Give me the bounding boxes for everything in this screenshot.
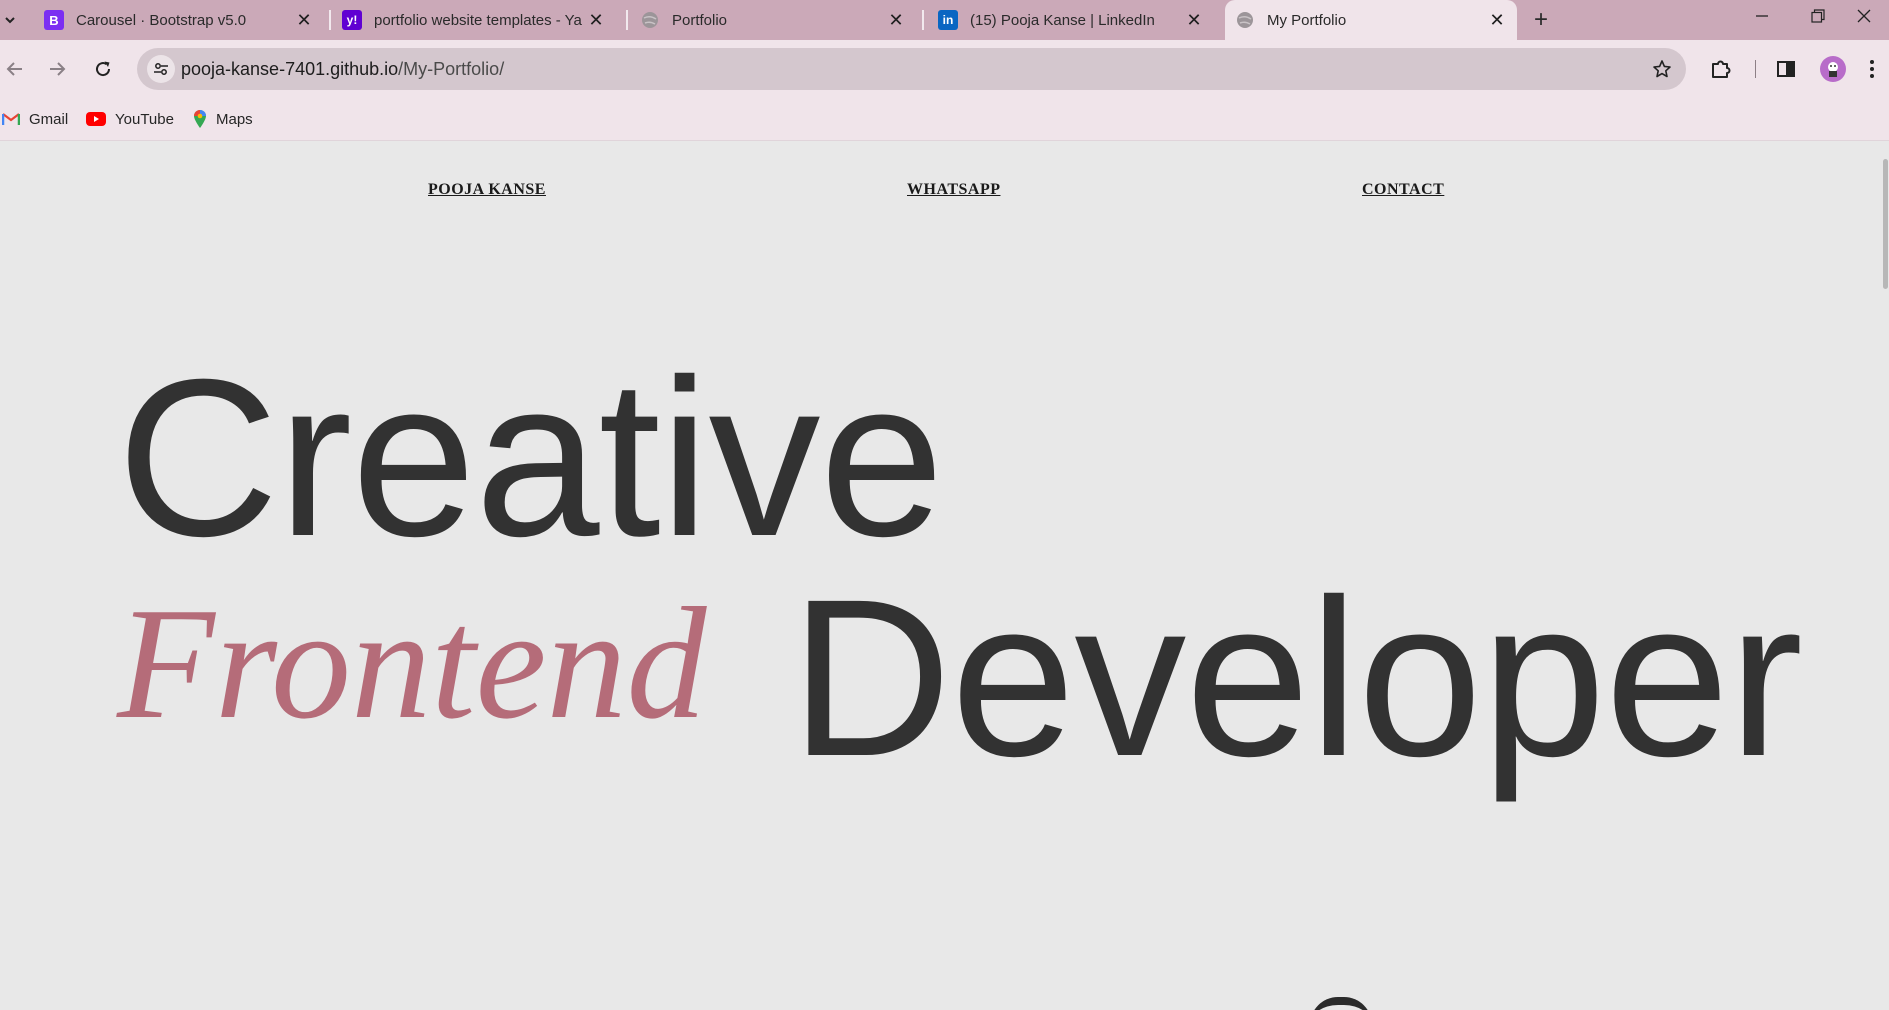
nav-link-name[interactable]: POOJA KANSE <box>428 181 546 199</box>
browser-menu-button[interactable] <box>1860 54 1884 84</box>
globe-icon <box>1235 10 1255 30</box>
decorative-shape <box>1310 997 1372 1010</box>
bookmark-star-button[interactable] <box>1650 57 1674 81</box>
tab-bootstrap-carousel[interactable]: B Carousel · Bootstrap v5.0 ✕ <box>34 0 324 40</box>
bookmark-youtube[interactable]: YouTube <box>86 106 174 132</box>
avatar-icon <box>1828 62 1838 77</box>
close-icon[interactable]: ✕ <box>586 10 606 30</box>
tab-linkedin[interactable]: in (15) Pooja Kanse | LinkedIn ✕ <box>928 0 1214 40</box>
tab-title: portfolio website templates - Ya <box>374 11 582 29</box>
bookmarks-bar: Gmail YouTube Maps <box>0 98 1889 141</box>
tab-strip: B Carousel · Bootstrap v5.0 ✕ y! portfol… <box>0 0 1889 40</box>
tab-title: Carousel · Bootstrap v5.0 <box>76 11 247 29</box>
nav-link-contact[interactable]: CONTACT <box>1362 181 1444 199</box>
bookmark-maps[interactable]: Maps <box>193 106 253 132</box>
hero-heading-frontend: Frontend <box>117 574 707 752</box>
scrollbar-thumb[interactable] <box>1883 159 1888 289</box>
tab-separator <box>922 10 924 30</box>
reload-icon <box>96 61 111 77</box>
close-icon[interactable]: ✕ <box>1487 10 1507 30</box>
hero-heading-developer: Developer <box>790 553 1803 803</box>
tab-separator <box>329 10 331 30</box>
nav-link-whatsapp[interactable]: WHATSAPP <box>907 181 1000 199</box>
url-path: /My-Portfolio/ <box>398 59 505 79</box>
bootstrap-icon: B <box>44 10 64 30</box>
url-host: pooja-kanse-7401.github.io <box>181 59 399 79</box>
linkedin-icon: in <box>938 10 958 30</box>
bookmark-label: YouTube <box>115 110 174 128</box>
address-bar[interactable]: pooja-kanse-7401.github.io/My-Portfolio/ <box>137 48 1686 90</box>
bookmark-gmail[interactable]: Gmail <box>2 106 68 132</box>
close-window-button[interactable] <box>1839 0 1889 32</box>
bookmark-label: Maps <box>216 110 253 128</box>
gmail-icon <box>2 112 20 126</box>
site-info-button[interactable] <box>147 55 175 83</box>
page-viewport: POOJA KANSE WHATSAPP CONTACT Creative Fr… <box>0 141 1889 1010</box>
tune-icon <box>154 63 168 75</box>
back-button[interactable] <box>0 54 30 84</box>
arrow-right-icon <box>50 62 66 76</box>
bookmark-label: Gmail <box>29 110 69 128</box>
tab-title: My Portfolio <box>1267 11 1347 29</box>
tab-my-portfolio[interactable]: My Portfolio ✕ <box>1225 0 1517 40</box>
minimize-button[interactable] <box>1737 0 1787 32</box>
close-icon <box>1857 9 1871 23</box>
tab-title: (15) Pooja Kanse | LinkedIn <box>970 11 1155 29</box>
tab-title: Portfolio <box>672 11 728 29</box>
maps-icon <box>193 109 207 129</box>
tab-portfolio[interactable]: Portfolio ✕ <box>630 0 916 40</box>
puzzle-icon <box>1712 60 1731 78</box>
page-scrollbar[interactable] <box>1881 141 1889 1010</box>
toolbar-divider <box>1755 60 1756 78</box>
side-panel-icon <box>1777 61 1795 77</box>
profile-avatar[interactable] <box>1820 56 1846 82</box>
tab-search-button[interactable] <box>0 6 20 34</box>
globe-icon <box>640 10 660 30</box>
url-text[interactable]: pooja-kanse-7401.github.io/My-Portfolio/ <box>181 48 504 90</box>
star-icon <box>1653 60 1671 78</box>
forward-button[interactable] <box>42 54 72 84</box>
minimize-icon <box>1756 15 1768 17</box>
extensions-button[interactable] <box>1706 54 1736 84</box>
side-panel-button[interactable] <box>1771 54 1801 84</box>
tab-yahoo-search[interactable]: y! portfolio website templates - Ya ✕ <box>332 0 616 40</box>
plus-icon: + <box>1533 6 1548 33</box>
new-tab-button[interactable]: + <box>1526 5 1556 35</box>
yahoo-icon: y! <box>342 10 362 30</box>
more-vert-icon <box>1870 60 1874 78</box>
restore-button[interactable] <box>1793 0 1843 32</box>
close-icon[interactable]: ✕ <box>1184 10 1204 30</box>
hero-heading-creative: Creative <box>117 333 944 583</box>
browser-toolbar: pooja-kanse-7401.github.io/My-Portfolio/ <box>0 40 1889 98</box>
close-icon[interactable]: ✕ <box>294 10 314 30</box>
restore-icon <box>1811 9 1825 23</box>
close-icon[interactable]: ✕ <box>886 10 906 30</box>
youtube-icon <box>86 112 106 126</box>
chevron-down-icon <box>5 17 15 24</box>
tab-separator <box>626 10 628 30</box>
arrow-left-icon <box>6 62 22 76</box>
reload-button[interactable] <box>88 54 118 84</box>
